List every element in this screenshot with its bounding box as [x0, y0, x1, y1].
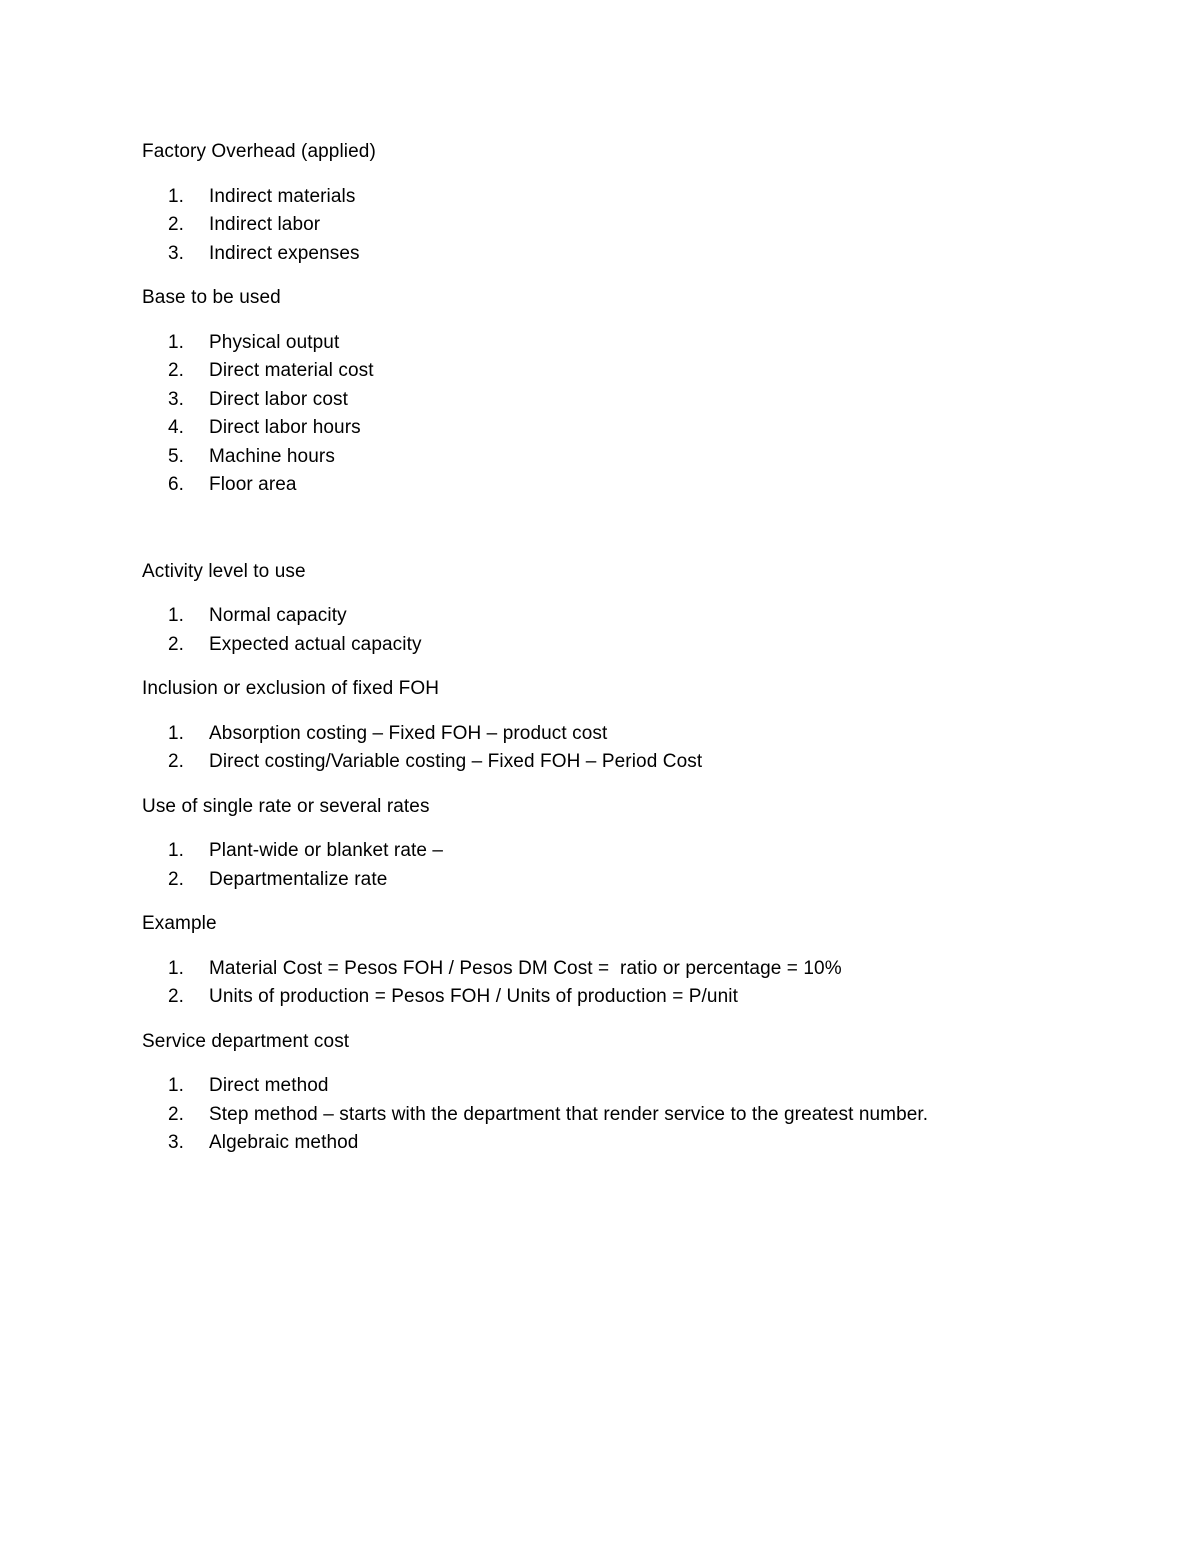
list-item-number: 1.	[168, 1075, 185, 1096]
list-item-label: Algebraic method	[209, 1132, 359, 1153]
list-item-number: 1.	[168, 957, 185, 979]
list-item: 2. Units of production = Pesos FOH / Unit…	[142, 983, 1042, 1012]
list-item-number: 2.	[168, 633, 185, 655]
list-item-label: Step method – starts with the department…	[209, 1103, 929, 1125]
list-item-number: 1.	[168, 185, 185, 207]
list-item: 2. Direct material cost	[142, 357, 1042, 386]
list-item: 1. Material Cost = Pesos FOH / Pesos DM C…	[142, 955, 1042, 984]
list-item-label: Direct costing/Variable costing – Fixed …	[209, 751, 703, 772]
list-item-number: 2.	[168, 751, 185, 772]
list-item-number: 2.	[168, 986, 185, 1007]
list-item-label: Expected actual capacity	[209, 633, 422, 655]
list-base-to-be-used: 1. Physical output 2. Direct material cost…	[142, 329, 1042, 500]
list-item: 1. Normal capacity	[142, 602, 1042, 631]
list-inclusion-exclusion: 1. Absorption costing – Fixed FOH – produ…	[142, 720, 1042, 777]
list-item-number: 5.	[168, 445, 185, 467]
list-item-number: 6.	[168, 474, 185, 495]
list-item-label: Physical output	[209, 331, 340, 353]
section-heading-single-or-several-rates: Use of single rate or several rates	[142, 795, 430, 817]
list-item-label: Material Cost = Pesos FOH / Pesos DM Cos…	[209, 957, 842, 979]
list-example: 1. Material Cost = Pesos FOH / Pesos DM C…	[142, 955, 1042, 1012]
list-item-number: 1.	[168, 331, 185, 353]
list-item-number: 1.	[168, 840, 185, 861]
list-item: 1. Plant-wide or blanket rate –	[142, 837, 1042, 866]
list-item-label: Direct material cost	[209, 360, 374, 381]
list-factory-overhead: 1. Indirect materials 2. Indirect labor 3.…	[142, 183, 1042, 269]
list-item: 2. Indirect labor	[142, 211, 1042, 240]
list-item-number: 1.	[168, 722, 185, 744]
section-heading-factory-overhead: Factory Overhead (applied)	[142, 141, 376, 162]
list-item: 4. Direct labor hours	[142, 414, 1042, 443]
list-item-number: 1.	[168, 605, 185, 626]
spacer-empty-paragraph	[142, 500, 1042, 558]
list-item: 2. Step method – starts with the departme…	[142, 1101, 1042, 1130]
list-item-label: Indirect expenses	[209, 242, 360, 264]
section-heading-base-to-be-used: Base to be used	[142, 287, 281, 308]
list-item-number: 2.	[168, 360, 185, 381]
list-item-number: 2.	[168, 1103, 185, 1125]
section-heading-service-department-cost: Service department cost	[142, 1030, 350, 1052]
list-item: 1. Indirect materials	[142, 183, 1042, 212]
list-item-label: Plant-wide or blanket rate –	[209, 840, 444, 861]
list-item-label: Absorption costing – Fixed FOH – product…	[209, 722, 608, 744]
document-page: Factory Overhead (applied) 1. Indirect ma…	[0, 0, 1200, 1553]
list-item-number: 3.	[168, 388, 185, 410]
list-item: 1. Absorption costing – Fixed FOH – produ…	[142, 720, 1042, 749]
list-service-department-cost: 1. Direct method 2. Step method – starts w…	[142, 1072, 1042, 1158]
document-body: Factory Overhead (applied) 1. Indirect ma…	[142, 138, 1042, 1158]
list-item: 1. Direct method	[142, 1072, 1042, 1101]
list-item: 3. Algebraic method	[142, 1129, 1042, 1158]
list-item-label: Direct labor cost	[209, 388, 348, 410]
list-item-label: Units of production = Pesos FOH / Units …	[209, 986, 738, 1007]
list-item: 3. Indirect expenses	[142, 240, 1042, 269]
list-item: 3. Direct labor cost	[142, 386, 1042, 415]
section-heading-inclusion-exclusion: Inclusion or exclusion of fixed FOH	[142, 678, 440, 699]
list-item-label: Machine hours	[209, 445, 335, 467]
list-item-label: Normal capacity	[209, 605, 347, 626]
list-item-label: Indirect labor	[209, 214, 321, 235]
list-item: 2. Direct costing/Variable costing – Fixe…	[142, 748, 1042, 777]
list-item: 5. Machine hours	[142, 443, 1042, 472]
list-item: 6. Floor area	[142, 471, 1042, 500]
list-item-label: Departmentalize rate	[209, 868, 388, 890]
list-item-number: 3.	[168, 242, 185, 264]
list-item-label: Indirect materials	[209, 185, 356, 207]
section-heading-example: Example	[142, 913, 217, 934]
list-activity-level: 1. Normal capacity 2. Expected actual capa…	[142, 602, 1042, 659]
list-item-number: 2.	[168, 214, 185, 235]
list-single-or-several-rates: 1. Plant-wide or blanket rate – 2. Departm…	[142, 837, 1042, 894]
list-item: 2. Departmentalize rate	[142, 866, 1042, 895]
list-item: 1. Physical output	[142, 329, 1042, 358]
section-heading-activity-level: Activity level to use	[142, 560, 306, 582]
list-item: 2. Expected actual capacity	[142, 631, 1042, 660]
list-item-number: 4.	[168, 417, 185, 438]
list-item-label: Floor area	[209, 474, 297, 495]
list-item-number: 3.	[168, 1132, 185, 1153]
list-item-label: Direct method	[209, 1075, 329, 1096]
list-item-label: Direct labor hours	[209, 417, 361, 438]
list-item-number: 2.	[168, 868, 185, 890]
